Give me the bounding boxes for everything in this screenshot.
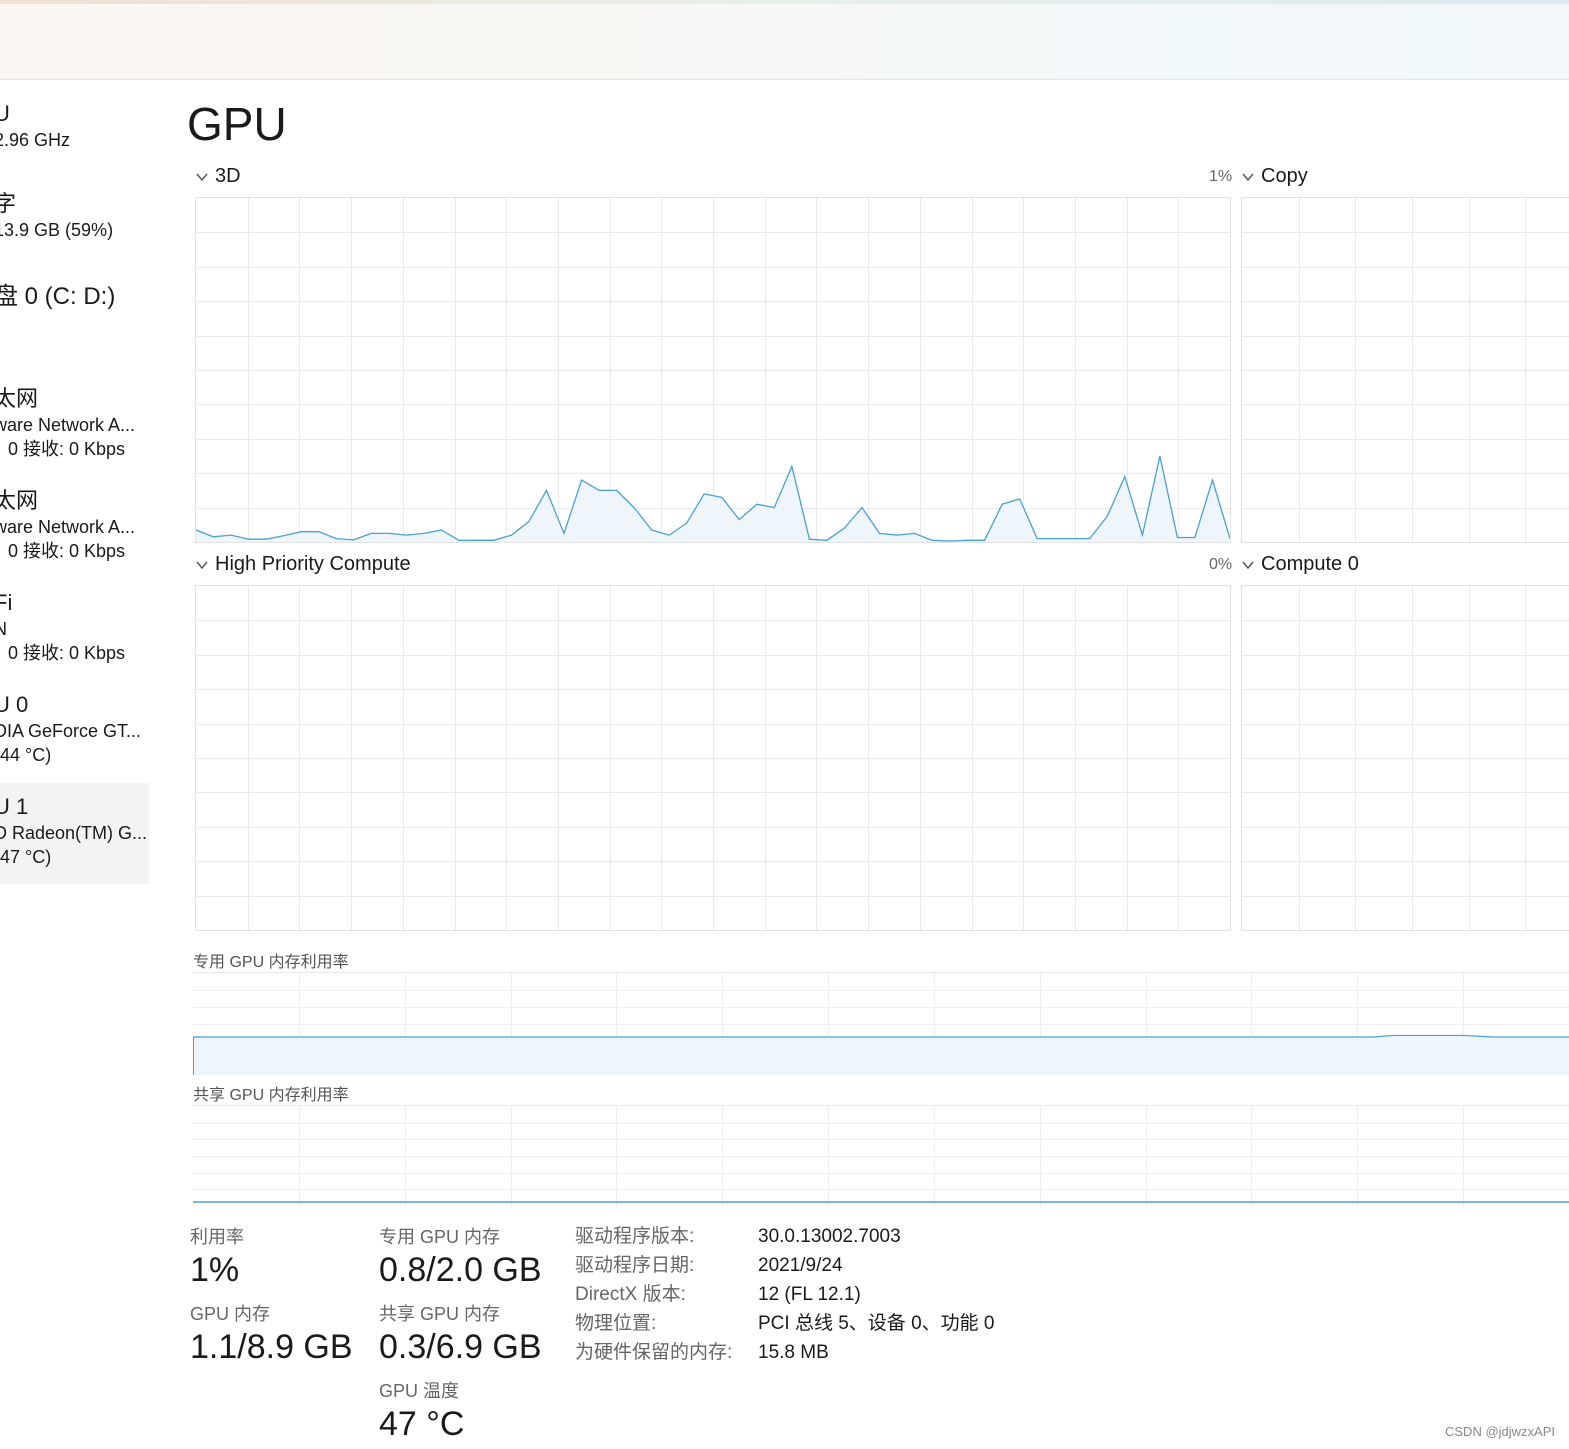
chevron-down-icon xyxy=(1242,173,1254,181)
sidebar-item-title: U xyxy=(0,101,10,126)
graph-hpc-header[interactable]: High Priority Compute xyxy=(195,552,411,576)
sidebar-item-adapter: ware Network A... xyxy=(0,415,136,435)
sidebar-item-title: 字 xyxy=(0,191,17,216)
sidebar-item-disk[interactable]: 盘 0 (C: D:) xyxy=(0,283,149,343)
dedicated-memory-chart xyxy=(193,973,1569,1075)
driver-version-key: 驱动程序版本: xyxy=(575,1226,695,1247)
sidebar-item-memory[interactable]: 字 13.9 GB (59%) xyxy=(0,190,149,248)
driver-date-key: 驱动程序日期: xyxy=(575,1255,695,1276)
graph-hpc xyxy=(195,585,1231,931)
physical-location-key: 物理位置: xyxy=(575,1313,657,1334)
watermark: CSDN @jdjwzxAPI xyxy=(1445,1424,1555,1439)
dedicated-memory-fill xyxy=(193,1037,1569,1075)
sidebar-item-gpu-0[interactable]: U 0 DIA GeForce GT... (44 °C) xyxy=(0,691,149,771)
graph-copy-label: Copy xyxy=(1261,165,1308,187)
sidebar-item-title: 盘 0 (C: D:) xyxy=(0,283,116,310)
gpu-memory-label: GPU 内存 xyxy=(190,1304,271,1324)
graph-hpc-label: High Priority Compute xyxy=(215,553,411,575)
sidebar-item-throughput: 0 接收: 0 Kbps xyxy=(8,643,126,663)
shared-memory-chart xyxy=(193,1106,1569,1206)
sidebar-item-title: Fi xyxy=(0,590,13,615)
gpu-temperature-label: GPU 温度 xyxy=(379,1381,460,1401)
sidebar-item-ethernet-1[interactable]: 太网 ware Network A... 0 接收: 0 Kbps xyxy=(0,385,149,465)
graph-copy xyxy=(1241,197,1569,543)
driver-date-value: 2021/9/24 xyxy=(758,1255,843,1276)
graph-compute0-label: Compute 0 xyxy=(1261,553,1359,575)
dedicated-memory-graph xyxy=(193,972,1569,1075)
directx-version-value: 12 (FL 12.1) xyxy=(758,1284,861,1305)
sidebar-item-title: 太网 xyxy=(0,386,39,411)
graph-3d-header[interactable]: 3D xyxy=(195,164,241,188)
graph-compute0 xyxy=(1241,585,1569,931)
shared-memory-graph xyxy=(193,1105,1569,1206)
utilization-label: 利用率 xyxy=(190,1227,244,1247)
graph-hpc-chart xyxy=(196,586,1230,930)
shared-memory-value: 0.3/6.9 GB xyxy=(379,1328,542,1366)
graph-compute0-header[interactable]: Compute 0 xyxy=(1241,552,1359,576)
sidebar: U 2.96 GHz 字 13.9 GB (59%) 盘 0 (C: D:) 太… xyxy=(0,80,150,1449)
utilization-value: 1% xyxy=(190,1251,240,1289)
hardware-reserved-memory-value: 15.8 MB xyxy=(758,1342,829,1363)
graph-3d-percent: 1% xyxy=(1209,168,1233,185)
directx-version-key: DirectX 版本: xyxy=(575,1284,686,1305)
sidebar-item-throughput: 0 接收: 0 Kbps xyxy=(8,541,126,561)
shared-memory-graph-label: 共享 GPU 内存利用率 xyxy=(193,1087,349,1104)
dedicated-memory-graph-label: 专用 GPU 内存利用率 xyxy=(193,954,349,971)
dedicated-memory-line xyxy=(193,1034,1569,1038)
driver-version-value: 30.0.13002.7003 xyxy=(758,1226,901,1247)
sidebar-item-detail: 13.9 GB (59%) xyxy=(0,220,114,240)
sidebar-item-gpu-model: D Radeon(TM) G... xyxy=(0,823,148,843)
sidebar-item-gpu-1[interactable]: U 1 D Radeon(TM) G... (47 °C) xyxy=(0,783,149,884)
dedicated-memory-label: 专用 GPU 内存 xyxy=(379,1227,501,1247)
chevron-down-icon xyxy=(196,561,208,569)
sidebar-item-title: U 1 xyxy=(0,794,29,819)
sidebar-item-ssid: N xyxy=(0,619,7,639)
graph-copy-header[interactable]: Copy xyxy=(1241,164,1308,188)
gpu-temperature-value: 47 °C xyxy=(379,1405,465,1443)
graph-3d-chart xyxy=(196,198,1230,542)
graph-copy-chart xyxy=(1242,198,1569,542)
dedicated-memory-value: 0.8/2.0 GB xyxy=(379,1251,542,1289)
gpu-memory-value: 1.1/8.9 GB xyxy=(190,1328,353,1366)
sidebar-item-title: U 0 xyxy=(0,692,29,717)
chevron-down-icon xyxy=(196,173,208,181)
graph-3d xyxy=(195,197,1231,543)
chevron-down-icon xyxy=(1242,561,1254,569)
shared-memory-label: 共享 GPU 内存 xyxy=(379,1304,501,1324)
title-bar xyxy=(0,0,1569,80)
physical-location-value: PCI 总线 5、设备 0、功能 0 xyxy=(758,1313,995,1334)
sidebar-item-ethernet-2[interactable]: 太网 ware Network A... 0 接收: 0 Kbps xyxy=(0,487,149,567)
sidebar-item-detail: 2.96 GHz xyxy=(0,130,71,150)
title-bar-accent xyxy=(0,0,1569,4)
sidebar-item-temperature: (44 °C) xyxy=(0,745,52,765)
sidebar-item-title: 太网 xyxy=(0,488,39,513)
sidebar-item-adapter: ware Network A... xyxy=(0,517,136,537)
hardware-reserved-memory-key: 为硬件保留的内存: xyxy=(575,1342,733,1363)
graph-compute0-chart xyxy=(1242,586,1569,930)
page-title: GPU xyxy=(187,98,287,150)
graph-hpc-percent: 0% xyxy=(1209,556,1233,573)
sidebar-item-throughput: 0 接收: 0 Kbps xyxy=(8,439,126,459)
sidebar-item-gpu-model: DIA GeForce GT... xyxy=(0,721,142,741)
sidebar-item-temperature: (47 °C) xyxy=(0,847,52,867)
sidebar-item-wifi[interactable]: Fi N 0 接收: 0 Kbps xyxy=(0,589,149,669)
graph-3d-label: 3D xyxy=(215,165,241,187)
sidebar-item-cpu[interactable]: U 2.96 GHz xyxy=(0,100,149,158)
